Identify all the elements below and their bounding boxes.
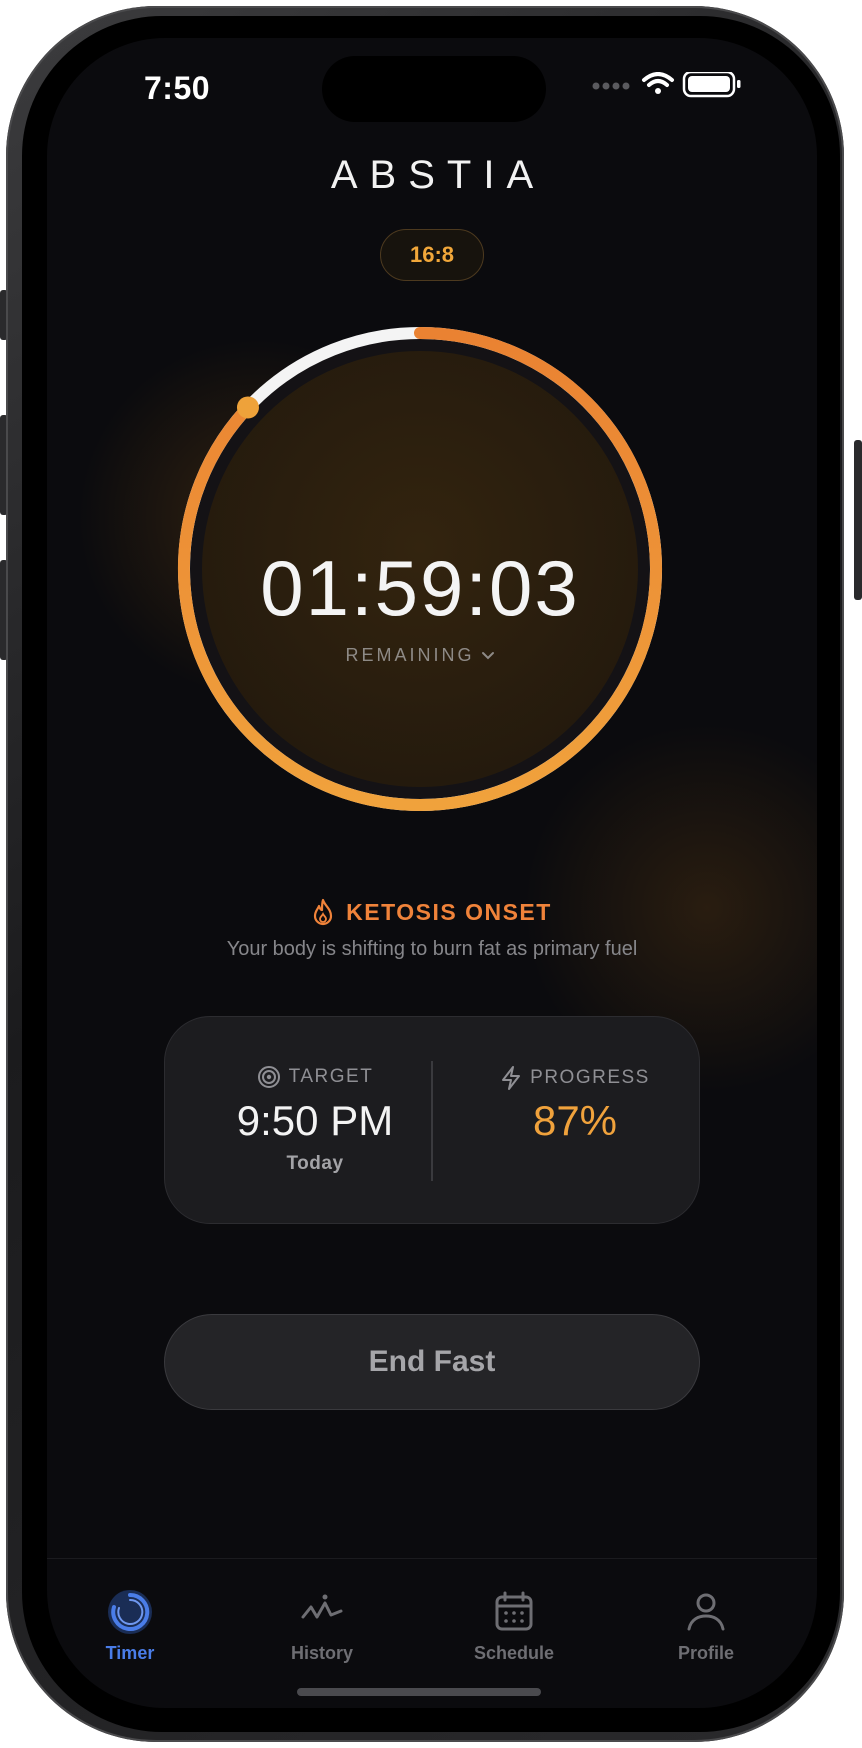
person-icon bbox=[687, 1593, 725, 1631]
phase-title-text: KETOSIS ONSET bbox=[346, 898, 552, 925]
timer-mode-label: REMAINING bbox=[345, 645, 475, 665]
wifi-icon bbox=[642, 72, 674, 94]
app-title: ABSTIA bbox=[330, 153, 546, 197]
battery-icon bbox=[682, 70, 741, 98]
phone-device: 7:50 ABSTIA 16:8 01:59:03 REMAINING KETO… bbox=[0, 0, 862, 1748]
cellular-signal-icon bbox=[592, 82, 630, 90]
tab-timer[interactable]: Timer bbox=[65, 1587, 195, 1667]
target-time: 9:50 PM bbox=[236, 1097, 394, 1144]
flame-icon bbox=[314, 898, 333, 926]
app-screen: 7:50 ABSTIA 16:8 01:59:03 REMAINING KETO… bbox=[47, 38, 817, 1708]
stats-card: TARGET 9:50 PM Today PROGRESS 87% bbox=[164, 1016, 700, 1224]
status-time: 7:50 bbox=[144, 70, 211, 106]
target-label: TARGET bbox=[288, 1066, 374, 1087]
fasting-phase-title: KETOSIS ONSET bbox=[47, 898, 817, 926]
progress-stat: PROGRESS 87% bbox=[455, 1017, 695, 1225]
tab-label: Profile bbox=[677, 1643, 734, 1663]
status-indicators bbox=[592, 70, 792, 112]
countdown-timer: 01:59:03 bbox=[260, 544, 580, 632]
tab-profile[interactable]: Profile bbox=[641, 1587, 771, 1667]
end-fast-button[interactable]: End Fast bbox=[164, 1314, 700, 1410]
tab-schedule[interactable]: Schedule bbox=[449, 1587, 579, 1667]
target-label-row: TARGET bbox=[195, 1065, 435, 1089]
target-day: Today bbox=[286, 1153, 344, 1174]
progress-label: PROGRESS bbox=[530, 1067, 650, 1088]
ring-progress-handle[interactable] bbox=[236, 396, 259, 419]
tab-label: Timer bbox=[105, 1643, 155, 1663]
progress-label-row: PROGRESS bbox=[455, 1065, 695, 1091]
power-button bbox=[854, 440, 862, 600]
timer-icon bbox=[108, 1590, 152, 1634]
progress-percent: 87% bbox=[532, 1097, 618, 1144]
tab-history[interactable]: History bbox=[257, 1587, 387, 1667]
chevron-down-icon bbox=[481, 651, 494, 659]
bolt-icon bbox=[502, 1066, 521, 1090]
bottom-tab-bar: Timer History Schedule Profile bbox=[47, 1558, 817, 1708]
history-icon bbox=[301, 1594, 343, 1619]
timer-mode-toggle[interactable]: REMAINING bbox=[175, 645, 665, 666]
stats-divider bbox=[431, 1061, 433, 1181]
target-stat: TARGET 9:50 PM Today bbox=[195, 1017, 435, 1225]
dynamic-island bbox=[322, 56, 546, 122]
calendar-icon bbox=[495, 1591, 533, 1631]
phase-description: Your body is shifting to burn fat as pri… bbox=[226, 938, 638, 960]
home-indicator[interactable] bbox=[297, 1688, 541, 1696]
tab-label: History bbox=[290, 1643, 353, 1663]
fasting-plan-badge[interactable]: 16:8 bbox=[380, 229, 484, 281]
tab-label: Schedule bbox=[473, 1643, 555, 1663]
target-icon bbox=[257, 1066, 280, 1088]
